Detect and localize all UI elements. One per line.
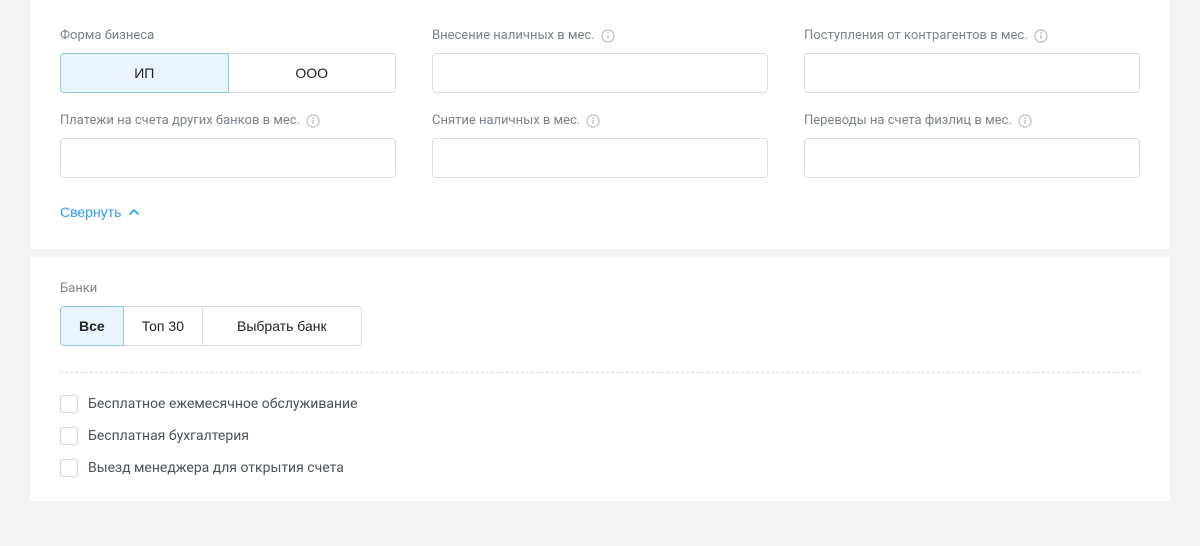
label-cash-withdrawal: Снятие наличных в мес.: [432, 113, 768, 128]
field-business-form: Форма бизнеса ИП ООО: [60, 28, 396, 93]
info-icon[interactable]: [586, 114, 600, 128]
field-transfers-individuals: Переводы на счета физлиц в мес.: [804, 113, 1140, 178]
chevron-up-icon: [129, 207, 139, 217]
field-payments-other-banks: Платежи на счета других банков в мес.: [60, 113, 396, 178]
banks-label: Банки: [60, 281, 1140, 296]
label-incoming: Поступления от контрагентов в мес.: [804, 28, 1140, 43]
business-form-ip-button[interactable]: ИП: [60, 53, 229, 93]
checkbox-free-service-label: Бесплатное ежемесячное обслуживание: [88, 396, 358, 412]
payments-other-banks-input[interactable]: [60, 138, 396, 178]
checkbox-box: [60, 395, 78, 413]
label-transfers-individuals: Переводы на счета физлиц в мес.: [804, 113, 1140, 128]
banks-tabs: Все Топ 30 Выбрать банк: [60, 306, 1140, 346]
divider: [60, 372, 1140, 373]
info-icon[interactable]: [306, 114, 320, 128]
cash-deposit-input[interactable]: [432, 53, 768, 93]
incoming-input[interactable]: [804, 53, 1140, 93]
cash-withdrawal-input[interactable]: [432, 138, 768, 178]
banks-tab-top30[interactable]: Топ 30: [124, 306, 203, 346]
banks-tab-all[interactable]: Все: [60, 306, 124, 346]
label-payments-other-banks-text: Платежи на счета других банков в мес.: [60, 113, 300, 128]
checkbox-manager-visit[interactable]: Выезд менеджера для открытия счета: [60, 459, 1140, 477]
label-transfers-individuals-text: Переводы на счета физлиц в мес.: [804, 113, 1012, 128]
checkbox-free-accounting-label: Бесплатная бухгалтерия: [88, 428, 249, 444]
label-business-form-text: Форма бизнеса: [60, 28, 154, 43]
checkbox-box: [60, 459, 78, 477]
checkbox-free-service[interactable]: Бесплатное ежемесячное обслуживание: [60, 395, 1140, 413]
field-incoming: Поступления от контрагентов в мес.: [804, 28, 1140, 93]
label-payments-other-banks: Платежи на счета других банков в мес.: [60, 113, 396, 128]
banks-tab-select[interactable]: Выбрать банк: [203, 306, 362, 346]
field-cash-deposit: Внесение наличных в мес.: [432, 28, 768, 93]
info-icon[interactable]: [1018, 114, 1032, 128]
field-cash-withdrawal: Снятие наличных в мес.: [432, 113, 768, 178]
business-form-segmented: ИП ООО: [60, 53, 396, 93]
checkbox-manager-visit-label: Выезд менеджера для открытия счета: [88, 460, 344, 476]
collapse-label: Свернуть: [60, 204, 121, 220]
label-business-form: Форма бизнеса: [60, 28, 396, 43]
info-icon[interactable]: [601, 29, 615, 43]
label-incoming-text: Поступления от контрагентов в мес.: [804, 28, 1028, 43]
transfers-individuals-input[interactable]: [804, 138, 1140, 178]
label-cash-deposit-text: Внесение наличных в мес.: [432, 28, 595, 43]
info-icon[interactable]: [1034, 29, 1048, 43]
label-cash-withdrawal-text: Снятие наличных в мес.: [432, 113, 580, 128]
checkbox-box: [60, 427, 78, 445]
checkbox-free-accounting[interactable]: Бесплатная бухгалтерия: [60, 427, 1140, 445]
business-form-ooo-button[interactable]: ООО: [229, 53, 397, 93]
label-cash-deposit: Внесение наличных в мес.: [432, 28, 768, 43]
collapse-button[interactable]: Свернуть: [60, 204, 139, 220]
